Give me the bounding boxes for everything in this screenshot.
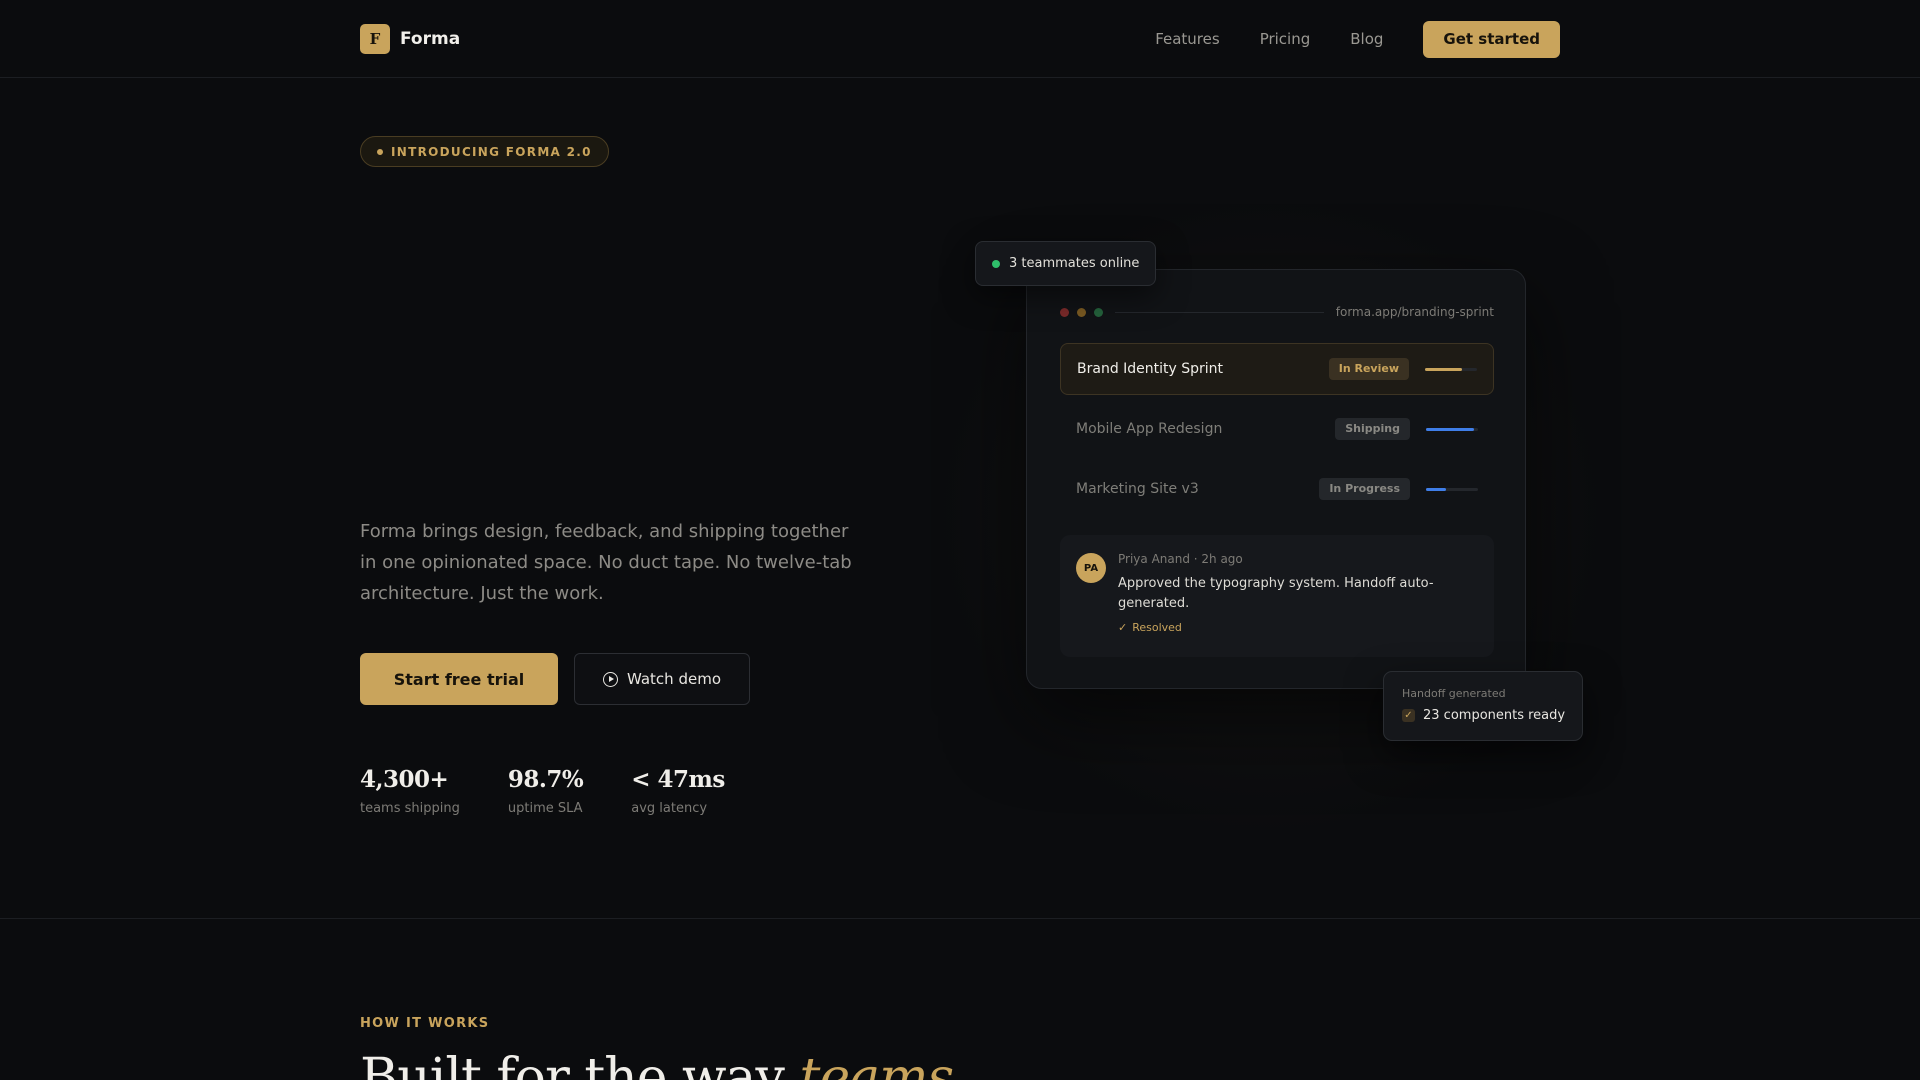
logo-text: Forma bbox=[400, 29, 461, 49]
handoff-toast: Handoff generated ✓ 23 components ready bbox=[1383, 671, 1583, 741]
project-name: Brand Identity Sprint bbox=[1077, 361, 1224, 377]
stat-label: teams shipping bbox=[360, 801, 460, 816]
handoff-text: 23 components ready bbox=[1423, 708, 1566, 723]
logo[interactable]: F Forma bbox=[360, 24, 460, 54]
status-badge: In Progress bbox=[1319, 478, 1410, 500]
handoff-label: Handoff generated bbox=[1402, 687, 1506, 700]
titlebar-divider bbox=[1115, 311, 1324, 313]
comment-card: PA Priya Anand · 2h ago Approved the typ… bbox=[1060, 535, 1494, 657]
comment-meta: Priya Anand · 2h ago bbox=[1118, 552, 1243, 566]
stat-label: uptime SLA bbox=[507, 801, 583, 816]
watch-demo-button[interactable]: Watch demo bbox=[574, 653, 750, 705]
project-progress bbox=[1426, 427, 1478, 431]
online-dot-icon bbox=[992, 259, 1000, 268]
stat-value: 98.7% bbox=[507, 766, 584, 793]
project-name: Mobile App Redesign bbox=[1076, 421, 1223, 437]
checkbox-check-icon: ✓ bbox=[1402, 709, 1415, 722]
app-preview-window: forma.app/branding-sprint Brand Identity… bbox=[1026, 269, 1526, 689]
hero-description: Forma brings design, feedback, and shipp… bbox=[360, 521, 852, 604]
play-icon bbox=[602, 671, 618, 687]
avatar: PA bbox=[1076, 553, 1106, 583]
resolved-label: Resolved bbox=[1132, 621, 1182, 634]
stat-value: 4,300+ bbox=[360, 766, 449, 793]
progress-fill bbox=[1426, 487, 1446, 491]
badge-dot-icon bbox=[377, 148, 383, 155]
comment-text: Approved the typography system. Handoff … bbox=[1118, 576, 1434, 611]
nav-link-blog[interactable]: Blog bbox=[1350, 30, 1383, 48]
section-divider bbox=[0, 918, 1920, 919]
section-title-accent: teams bbox=[799, 1048, 954, 1080]
badge-label: INTRODUCING FORMA 2.0 bbox=[391, 144, 592, 159]
top-nav: F Forma Features Pricing Blog Get starte… bbox=[0, 0, 1920, 78]
stat-uptime: 98.7% uptime SLA bbox=[507, 766, 584, 816]
stat-value: < 47ms bbox=[631, 766, 725, 793]
handoff-row: ✓ 23 components ready bbox=[1402, 708, 1565, 723]
progress-fill bbox=[1426, 427, 1474, 431]
announcement-badge[interactable]: INTRODUCING FORMA 2.0 bbox=[360, 136, 609, 167]
section-title: Built for the way teams bbox=[360, 1048, 954, 1080]
maximize-dot-icon bbox=[1094, 307, 1103, 317]
presence-pill: 3 teammates online bbox=[975, 241, 1157, 286]
project-progress bbox=[1426, 487, 1478, 491]
minimize-dot-icon bbox=[1077, 307, 1086, 317]
nav-links: Features Pricing Blog Get started bbox=[1155, 0, 1560, 78]
close-dot-icon bbox=[1060, 307, 1069, 317]
section-title-plain: Built for the way bbox=[360, 1048, 800, 1080]
logo-mark: F bbox=[360, 24, 390, 54]
check-icon: ✓ bbox=[1118, 621, 1128, 634]
stat-label: avg latency bbox=[631, 801, 708, 816]
status-badge: Shipping bbox=[1335, 418, 1410, 440]
hero-stats: 4,300+ teams shipping 98.7% uptime SLA <… bbox=[360, 766, 773, 816]
section-eyebrow: HOW IT WORKS bbox=[360, 1016, 490, 1031]
watch-demo-label: Watch demo bbox=[626, 670, 721, 688]
project-progress bbox=[1425, 367, 1477, 371]
window-titlebar: forma.app/branding-sprint bbox=[1060, 305, 1494, 319]
stat-latency: < 47ms avg latency bbox=[631, 766, 725, 816]
window-url: forma.app/branding-sprint bbox=[1335, 305, 1494, 319]
resolved-status: ✓ Resolved bbox=[1118, 621, 1182, 634]
project-name: Marketing Site v3 bbox=[1076, 481, 1199, 497]
project-row[interactable]: Brand Identity Sprint In Review bbox=[1060, 343, 1494, 395]
status-badge: In Review bbox=[1328, 358, 1409, 380]
nav-link-features[interactable]: Features bbox=[1155, 30, 1220, 48]
get-started-button[interactable]: Get started bbox=[1423, 20, 1560, 58]
nav-link-pricing[interactable]: Pricing bbox=[1260, 30, 1311, 48]
presence-text: 3 teammates online bbox=[1009, 256, 1140, 271]
stat-teams: 4,300+ teams shipping bbox=[360, 766, 460, 816]
progress-fill bbox=[1425, 367, 1463, 371]
project-row[interactable]: Mobile App Redesign Shipping bbox=[1060, 403, 1494, 455]
project-row[interactable]: Marketing Site v3 In Progress bbox=[1060, 463, 1494, 515]
start-free-trial-button[interactable]: Start free trial bbox=[360, 653, 558, 705]
